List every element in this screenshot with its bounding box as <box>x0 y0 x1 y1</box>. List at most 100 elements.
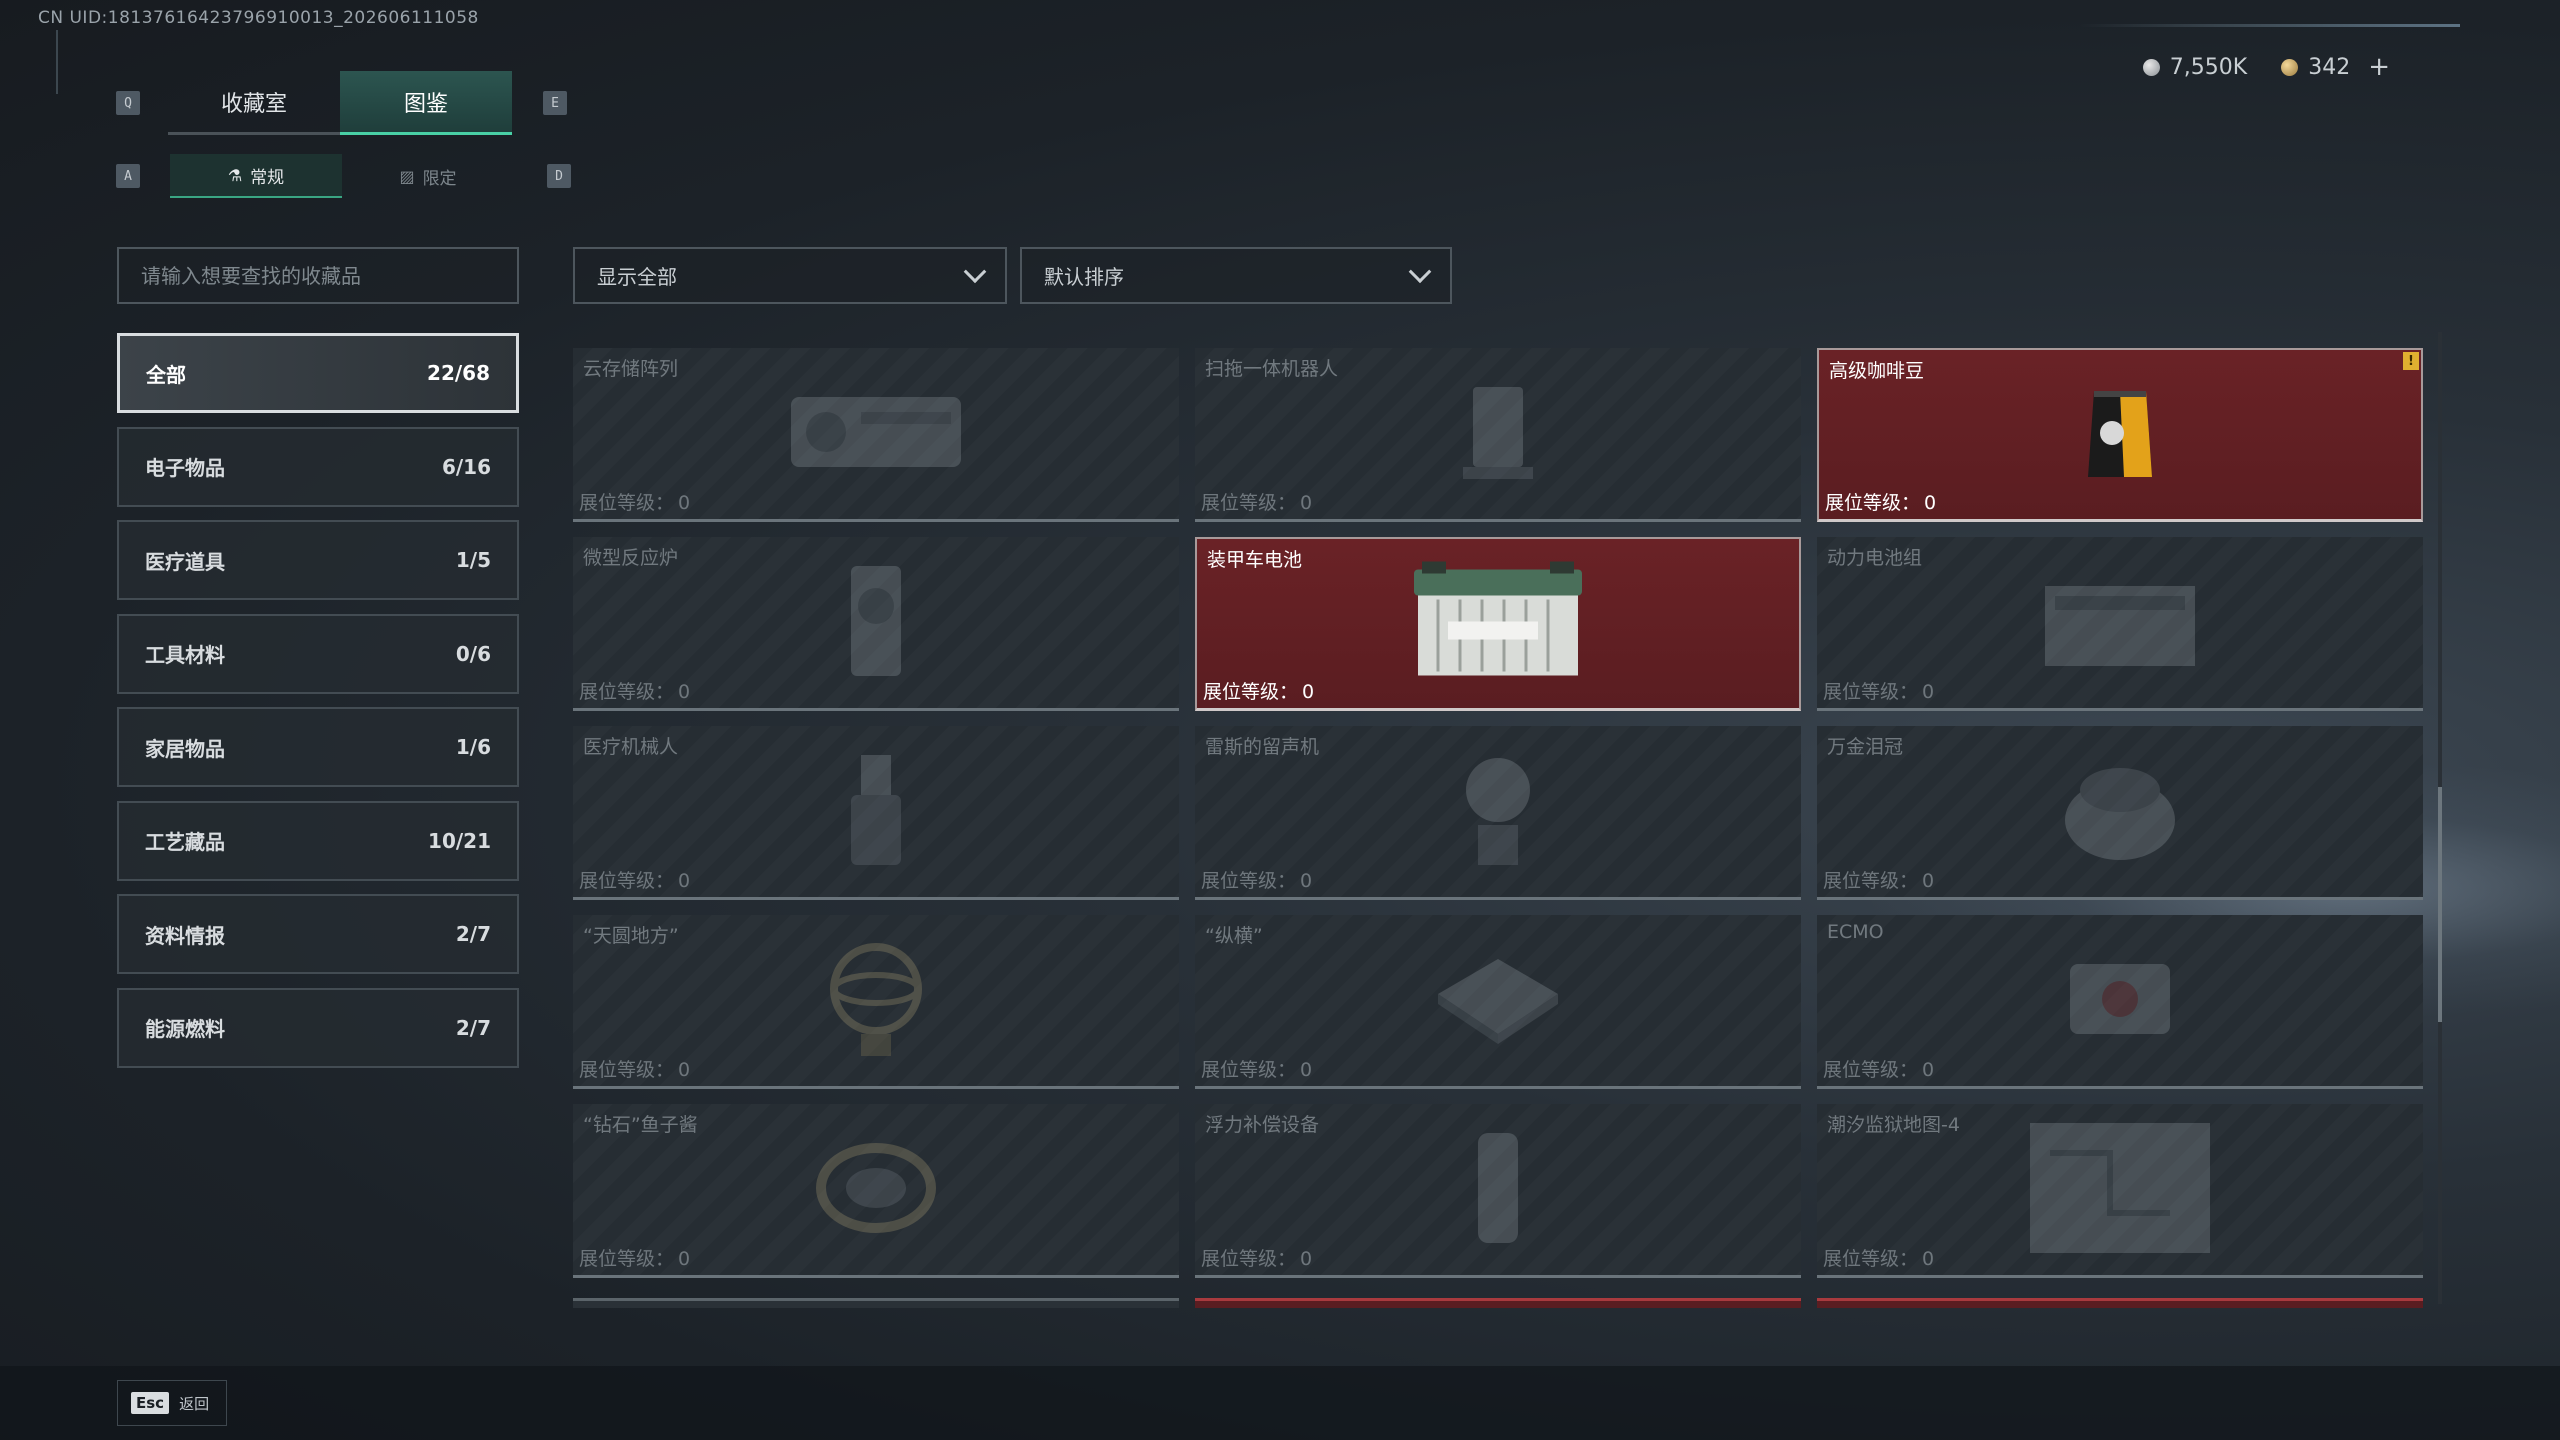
gold-currency[interactable]: 342 + <box>2281 52 2390 82</box>
category-household[interactable]: 家居物品 1/6 <box>117 707 519 787</box>
item-card[interactable]: 扫拖一体机器人 展位等级： 0 <box>1195 348 1801 522</box>
item-name: 潮汐监狱地图-4 <box>1827 1114 1960 1136</box>
top-right-decoration <box>2080 24 2460 27</box>
item-card[interactable]: 雷斯的留声机 展位等级： 0 <box>1195 726 1801 900</box>
item-level: 展位等级： 0 <box>1201 866 1312 893</box>
level-label: 展位等级： <box>1201 870 1297 892</box>
item-level: 展位等级： 0 <box>579 1055 690 1082</box>
level-value: 0 <box>1300 870 1313 892</box>
item-level: 展位等级： 0 <box>1203 677 1314 704</box>
search-input[interactable] <box>119 249 517 302</box>
scrollbar-thumb[interactable] <box>2438 787 2442 1022</box>
item-card[interactable]: 动力电池组 展位等级： 0 <box>1817 537 2423 711</box>
level-value: 0 <box>678 870 691 892</box>
back-label: 返回 <box>179 1394 210 1413</box>
add-currency-button[interactable]: + <box>2368 52 2390 82</box>
category-intel[interactable]: 资料情报 2/7 <box>117 894 519 974</box>
key-hint-d: D <box>547 164 571 188</box>
item-level: 展位等级： 0 <box>1823 1244 1934 1271</box>
player-uid: CN UID:18137616423796910013_202606111058 <box>38 8 479 28</box>
level-label: 展位等级： <box>1823 870 1919 892</box>
level-value: 0 <box>1922 681 1935 703</box>
battery-image <box>1408 559 1588 688</box>
item-name: 扫拖一体机器人 <box>1205 358 1339 380</box>
sort-dropdown[interactable]: 默认排序 <box>1020 247 1452 304</box>
level-label: 展位等级： <box>1823 1248 1919 1270</box>
item-level: 展位等级： 0 <box>579 677 690 704</box>
level-label: 展位等级： <box>579 492 675 514</box>
category-energy[interactable]: 能源燃料 2/7 <box>117 987 519 1068</box>
category-medical[interactable]: 医疗道具 1/5 <box>117 520 519 600</box>
tab-limited-label: 限定 <box>422 168 457 189</box>
back-button[interactable]: Esc 返回 <box>117 1380 227 1426</box>
category-label: 电子物品 <box>145 456 225 480</box>
level-label: 展位等级： <box>1825 492 1921 514</box>
main-tabs: 收藏室 图鉴 <box>168 71 512 135</box>
item-card[interactable]: “天圆地方” 展位等级： 0 <box>573 915 1179 1089</box>
item-level: 展位等级： 0 <box>1201 1055 1312 1082</box>
ecmo-machine-image <box>2050 944 2190 1058</box>
level-value: 0 <box>1922 1059 1935 1081</box>
battery-pack-image <box>2035 566 2205 680</box>
item-card[interactable]: 微型反应炉 展位等级： 0 <box>573 537 1179 711</box>
item-card[interactable]: “钻石”鱼子酱 展位等级： 0 <box>573 1104 1179 1278</box>
category-label: 资料情报 <box>145 923 225 948</box>
category-count: 2/7 <box>455 1015 491 1040</box>
chevron-down-icon <box>1408 259 1432 283</box>
partial-card <box>1817 1298 2423 1308</box>
item-level: 展位等级： 0 <box>1201 488 1312 515</box>
category-label: 能源燃料 <box>145 1017 225 1041</box>
category-label: 医疗道具 <box>145 549 225 574</box>
partial-card <box>1195 1298 1801 1308</box>
item-grid: 云存储阵列 展位等级： 0 扫拖一体机器人 展位等级： 0 ! 高级咖啡豆 展位等级… <box>573 348 2423 1278</box>
gold-coin-icon <box>2281 58 2299 76</box>
category-label: 工艺藏品 <box>145 830 225 854</box>
item-card[interactable]: ECMO 展位等级： 0 <box>1817 915 2423 1089</box>
item-name: 微型反应炉 <box>583 547 679 569</box>
item-name: 浮力补偿设备 <box>1205 1114 1320 1136</box>
level-value: 0 <box>1924 492 1937 514</box>
category-tools[interactable]: 工具材料 0/6 <box>117 613 519 694</box>
grid-scrollbar[interactable] <box>2438 332 2442 1304</box>
item-card[interactable]: 云存储阵列 展位等级： 0 <box>573 348 1179 522</box>
category-count: 2/7 <box>455 922 491 946</box>
level-value: 0 <box>678 1248 691 1270</box>
item-card[interactable]: 潮汐监狱地图-4 展位等级： 0 <box>1817 1104 2423 1278</box>
tab-limited[interactable]: ▨ 限定 <box>342 154 514 198</box>
silver-amount: 7,550K <box>2169 54 2248 80</box>
item-card[interactable]: 医疗机械人 展位等级： 0 <box>573 726 1179 900</box>
filter-dropdown[interactable]: 显示全部 <box>573 247 1007 304</box>
level-value: 0 <box>1922 1248 1935 1270</box>
category-label: 全部 <box>146 362 186 387</box>
item-level: 展位等级： 0 <box>1823 677 1934 704</box>
item-card[interactable]: ! 高级咖啡豆 展位等级： 0 <box>1817 348 2423 522</box>
level-value: 0 <box>1300 492 1313 514</box>
chessboard-image <box>1428 949 1568 1053</box>
level-label: 展位等级： <box>1201 1059 1297 1081</box>
silver-currency: 7,550K <box>2142 54 2248 80</box>
level-value: 0 <box>1300 1248 1313 1270</box>
item-card[interactable]: 浮力补偿设备 展位等级： 0 <box>1195 1104 1801 1278</box>
item-card[interactable]: 万金泪冠 展位等级： 0 <box>1817 726 2423 900</box>
flask-icon: ⚗ <box>227 165 243 185</box>
item-level: 展位等级： 0 <box>579 1244 690 1271</box>
category-crafts[interactable]: 工艺藏品 10/21 <box>117 800 519 881</box>
coffee-bag-image <box>2080 383 2160 487</box>
category-electronics[interactable]: 电子物品 6/16 <box>117 426 519 507</box>
level-label: 展位等级： <box>1203 681 1299 703</box>
item-card[interactable]: “纵横” 展位等级： 0 <box>1195 915 1801 1089</box>
item-level: 展位等级： 0 <box>579 866 690 893</box>
sub-tabs: ⚗ 常规 ▨ 限定 <box>170 154 514 198</box>
category-list: 全部 22/68 电子物品 6/16 医疗道具 1/5 工具材料 0/6 家居物… <box>117 333 519 1081</box>
tab-collection-room[interactable]: 收藏室 <box>168 71 340 135</box>
crown-image <box>2055 750 2185 874</box>
category-all[interactable]: 全部 22/68 <box>117 333 519 413</box>
item-name: “纵横” <box>1205 925 1263 947</box>
key-hint-a: A <box>116 164 140 188</box>
partial-card <box>573 1298 1179 1308</box>
item-card[interactable]: 装甲车电池 展位等级： 0 <box>1195 537 1801 711</box>
tab-regular[interactable]: ⚗ 常规 <box>170 154 342 198</box>
category-count: 1/5 <box>455 548 491 572</box>
tab-catalog[interactable]: 图鉴 <box>340 71 512 135</box>
item-name: 医疗机械人 <box>583 736 679 758</box>
